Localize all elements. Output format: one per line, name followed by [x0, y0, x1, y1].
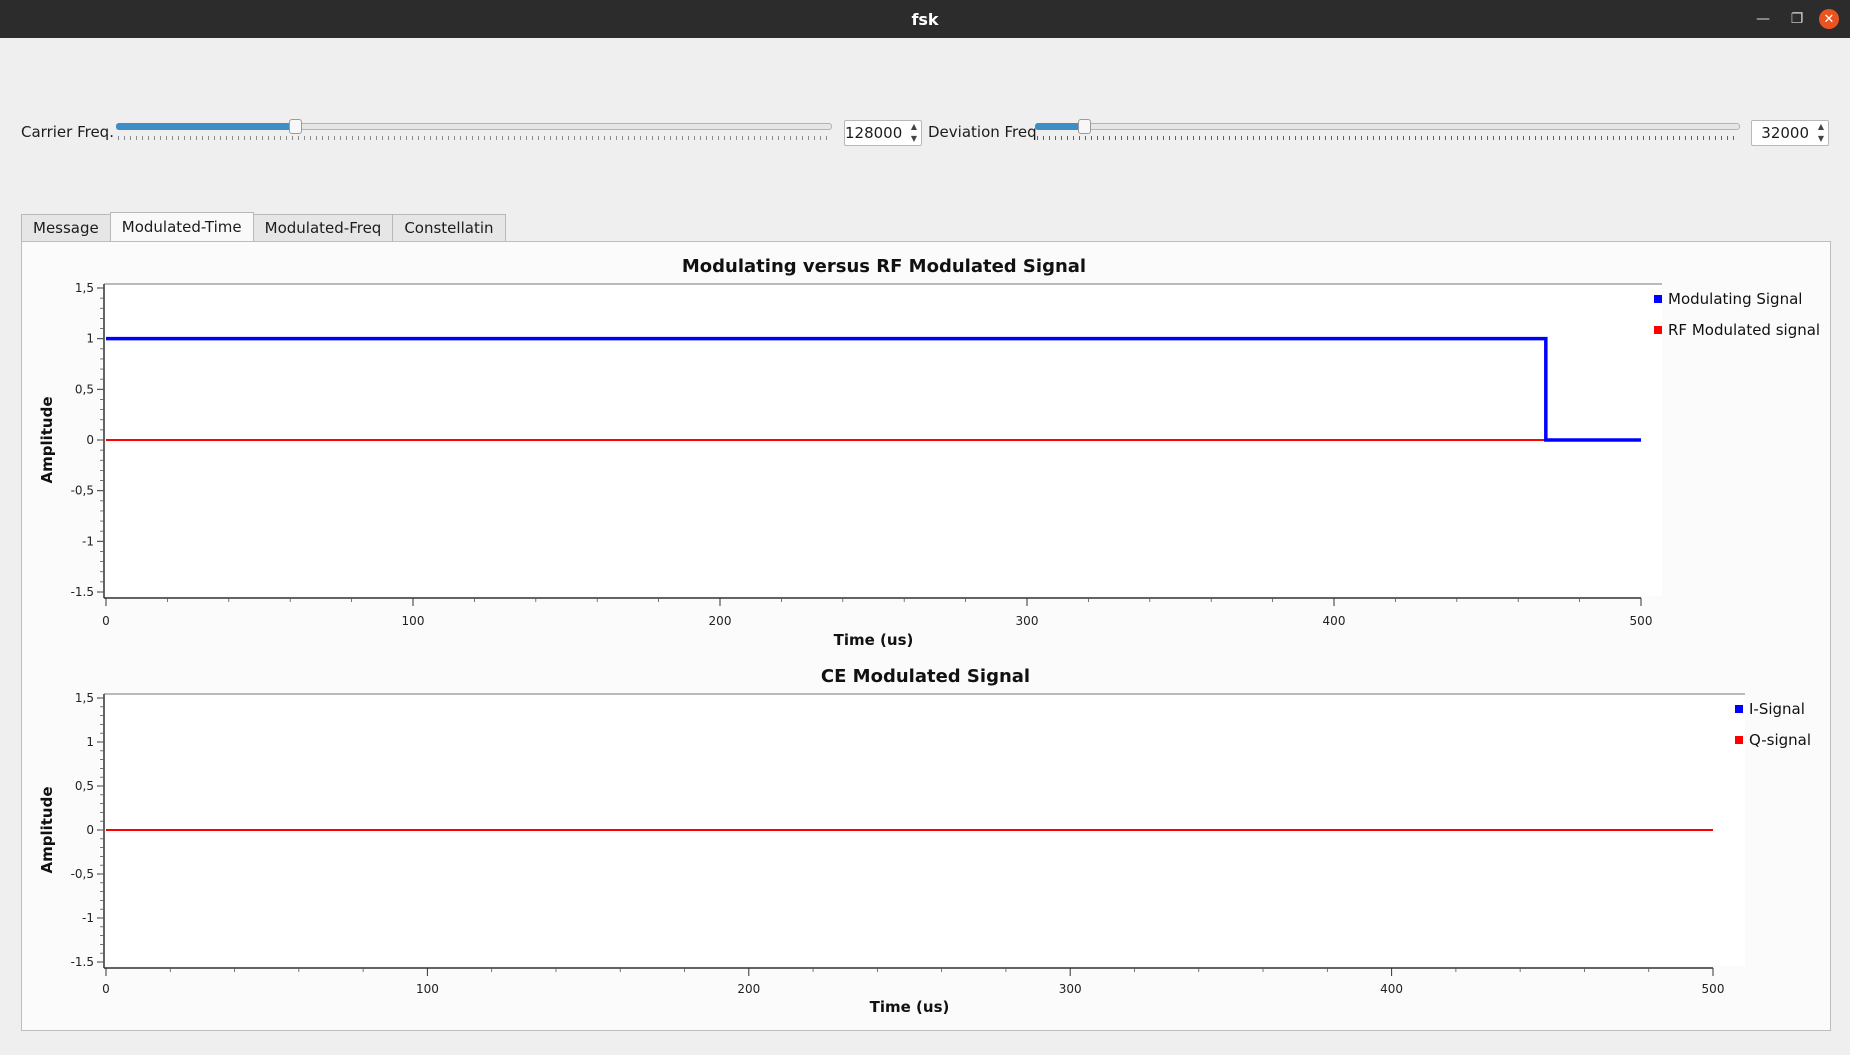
y-tick-label: 1,5 — [75, 691, 94, 705]
chart-title: Modulating versus RF Modulated Signal — [682, 256, 1086, 277]
x-axis-label: Time (us) — [870, 998, 950, 1016]
x-tick-label: 200 — [737, 982, 760, 996]
tab-bar: Message Modulated-Time Modulated-Freq Co… — [21, 212, 506, 241]
y-tick-label: 1 — [86, 735, 94, 749]
legend-label: Modulating Signal — [1668, 290, 1802, 308]
chart-2: CE Modulated Signal 1,5 1 0,5 0 -0,5 -1 -1.5 0 10… — [38, 666, 1811, 1016]
deviation-freq-slider[interactable] — [1035, 119, 1740, 140]
y-tick-label: -0,5 — [71, 867, 94, 881]
chart-1: Modulating versus RF Modulated Signal 1,5… — [38, 256, 1820, 649]
chart-title: CE Modulated Signal — [821, 666, 1030, 687]
deviation-freq-spinbox[interactable]: ▲▼ — [1751, 120, 1829, 146]
x-tick-label: 500 — [1702, 982, 1725, 996]
y-tick-label: 0,5 — [75, 382, 94, 396]
legend-swatch — [1654, 326, 1662, 334]
y-tick-label: 0,5 — [75, 779, 94, 793]
x-tick-label: 200 — [709, 614, 732, 628]
y-tick-label: 1 — [86, 332, 94, 346]
slider-handle[interactable] — [1078, 119, 1092, 134]
tab-modulated-time[interactable]: Modulated-Time — [109, 212, 254, 241]
y-axis-label: Amplitude — [38, 786, 56, 873]
tab-message[interactable]: Message — [21, 214, 111, 241]
x-tick-label: 100 — [402, 614, 425, 628]
x-tick-label: 500 — [1630, 614, 1653, 628]
y-axis-label: Amplitude — [38, 396, 56, 483]
y-tick-label: 0 — [86, 433, 94, 447]
x-tick-label: 0 — [102, 982, 110, 996]
carrier-freq-input[interactable] — [845, 121, 907, 145]
tab-constellatin[interactable]: Constellatin — [392, 214, 506, 241]
window-title: fsk — [911, 9, 939, 29]
x-tick-label: 300 — [1059, 982, 1082, 996]
carrier-freq-spinbox[interactable]: ▲▼ — [844, 120, 922, 146]
spin-down-icon[interactable]: ▼ — [1815, 134, 1827, 144]
tab-panel: Modulating versus RF Modulated Signal 1,5… — [21, 241, 1831, 1031]
legend-swatch — [1735, 705, 1743, 713]
title-bar: fsk — [0, 0, 1850, 38]
spin-up-icon[interactable]: ▲ — [908, 122, 920, 132]
plots-canvas: Modulating versus RF Modulated Signal 1,5… — [38, 256, 1820, 1016]
x-tick-label: 400 — [1323, 614, 1346, 628]
slider-track — [1035, 123, 1740, 130]
y-tick-label: -0,5 — [71, 484, 94, 498]
legend-label: RF Modulated signal — [1668, 321, 1820, 339]
slider-fill — [116, 123, 295, 130]
slider-handle[interactable] — [289, 119, 302, 134]
y-tick-label: -1.5 — [71, 585, 94, 599]
x-tick-label: 100 — [416, 982, 439, 996]
tab-modulated-freq[interactable]: Modulated-Freq — [252, 214, 394, 241]
y-tick-label: 1,5 — [75, 281, 94, 295]
deviation-freq-input[interactable] — [1752, 121, 1814, 145]
x-tick-label: 400 — [1380, 982, 1403, 996]
slider-fill — [1035, 123, 1085, 130]
y-tick-label: 0 — [86, 823, 94, 837]
maximize-icon[interactable]: ❐ — [1782, 0, 1812, 38]
slider-ticks — [1037, 136, 1738, 140]
deviation-freq-label: Deviation Freq — [928, 123, 1037, 141]
legend-label: I-Signal — [1749, 700, 1805, 718]
spin-down-icon[interactable]: ▼ — [908, 134, 920, 144]
minimize-icon[interactable]: — — [1748, 0, 1778, 38]
y-tick-label: -1 — [82, 911, 94, 925]
legend-swatch — [1735, 736, 1743, 744]
x-tick-label: 0 — [102, 614, 110, 628]
close-icon[interactable]: ✕ — [1819, 9, 1839, 29]
legend-label: Q-signal — [1749, 731, 1811, 749]
y-tick-label: -1 — [82, 534, 94, 548]
spin-up-icon[interactable]: ▲ — [1815, 122, 1827, 132]
carrier-freq-slider[interactable] — [116, 119, 832, 140]
legend-swatch — [1654, 295, 1662, 303]
x-tick-label: 300 — [1016, 614, 1039, 628]
slider-ticks — [118, 136, 830, 140]
x-axis-label: Time (us) — [834, 631, 914, 649]
carrier-freq-label: Carrier Freq. — [21, 123, 114, 141]
y-tick-label: -1.5 — [71, 955, 94, 969]
